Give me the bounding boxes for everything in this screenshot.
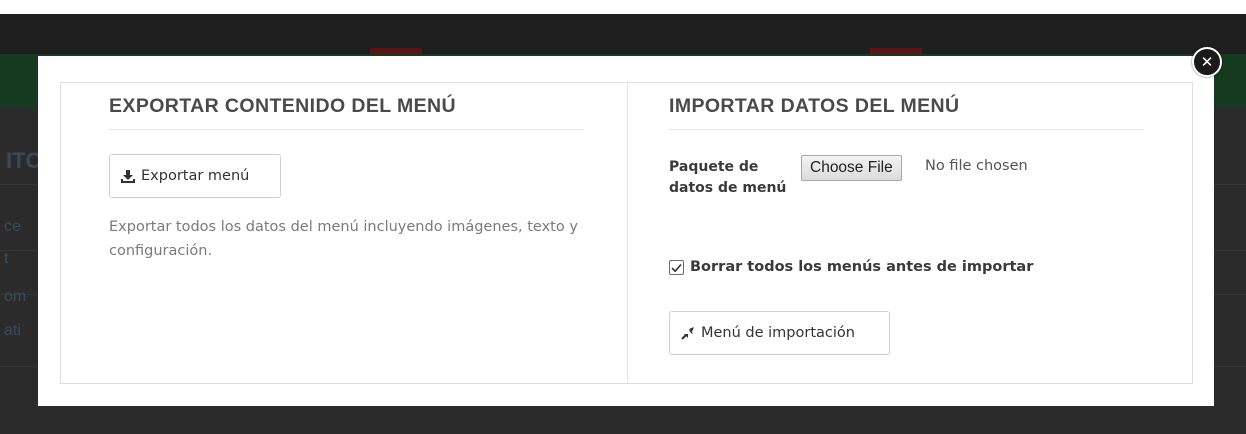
clear-menus-checkbox[interactable] — [669, 258, 684, 277]
close-dialog-button[interactable]: ✕ — [1192, 47, 1222, 77]
backdrop-text-fragment: t — [4, 250, 9, 267]
file-status-text: No file chosen — [925, 158, 1028, 174]
dialog-panel: EXPORTAR CONTENIDO DEL MENÚ Exportar men… — [60, 82, 1193, 384]
close-icon: ✕ — [1200, 52, 1214, 71]
choose-file-button[interactable]: Choose File — [801, 155, 902, 181]
export-description: Exportar todos los datos del menú incluy… — [109, 219, 578, 259]
backdrop-text-fragment: om — [4, 288, 27, 305]
import-icon — [680, 326, 696, 341]
export-section: EXPORTAR CONTENIDO DEL MENÚ Exportar men… — [109, 83, 583, 383]
import-menu-button[interactable]: Menú de importación — [669, 311, 890, 355]
export-menu-button-label: Exportar menú — [141, 168, 250, 184]
menu-import-export-dialog: EXPORTAR CONTENIDO DEL MENÚ Exportar men… — [38, 56, 1214, 406]
import-section: IMPORTAR DATOS DEL MENÚ Paquete de datos… — [669, 83, 1143, 383]
backdrop-top-strip — [0, 0, 1246, 14]
clear-menus-option: Borrar todos los menús antes de importar — [669, 259, 1033, 275]
checkmark-icon — [671, 258, 682, 277]
import-title-divider — [669, 129, 1143, 130]
export-section-title: EXPORTAR CONTENIDO DEL MENÚ — [109, 95, 457, 117]
download-icon — [120, 169, 136, 184]
backdrop-text-fragment: ati — [4, 322, 21, 339]
export-menu-button[interactable]: Exportar menú — [109, 154, 281, 198]
import-section-title: IMPORTAR DATOS DEL MENÚ — [669, 95, 960, 117]
package-field-label: Paquete de datos de menú — [669, 159, 787, 196]
import-menu-button-label: Menú de importación — [701, 325, 855, 341]
clear-menus-label[interactable]: Borrar todos los menús antes de importar — [690, 259, 1033, 275]
export-title-divider — [109, 129, 583, 130]
column-divider — [627, 83, 628, 383]
backdrop-text-fragment: ce — [4, 218, 21, 235]
backdrop-header — [0, 14, 1246, 54]
backdrop-text-fragment: ITC — [6, 148, 42, 173]
